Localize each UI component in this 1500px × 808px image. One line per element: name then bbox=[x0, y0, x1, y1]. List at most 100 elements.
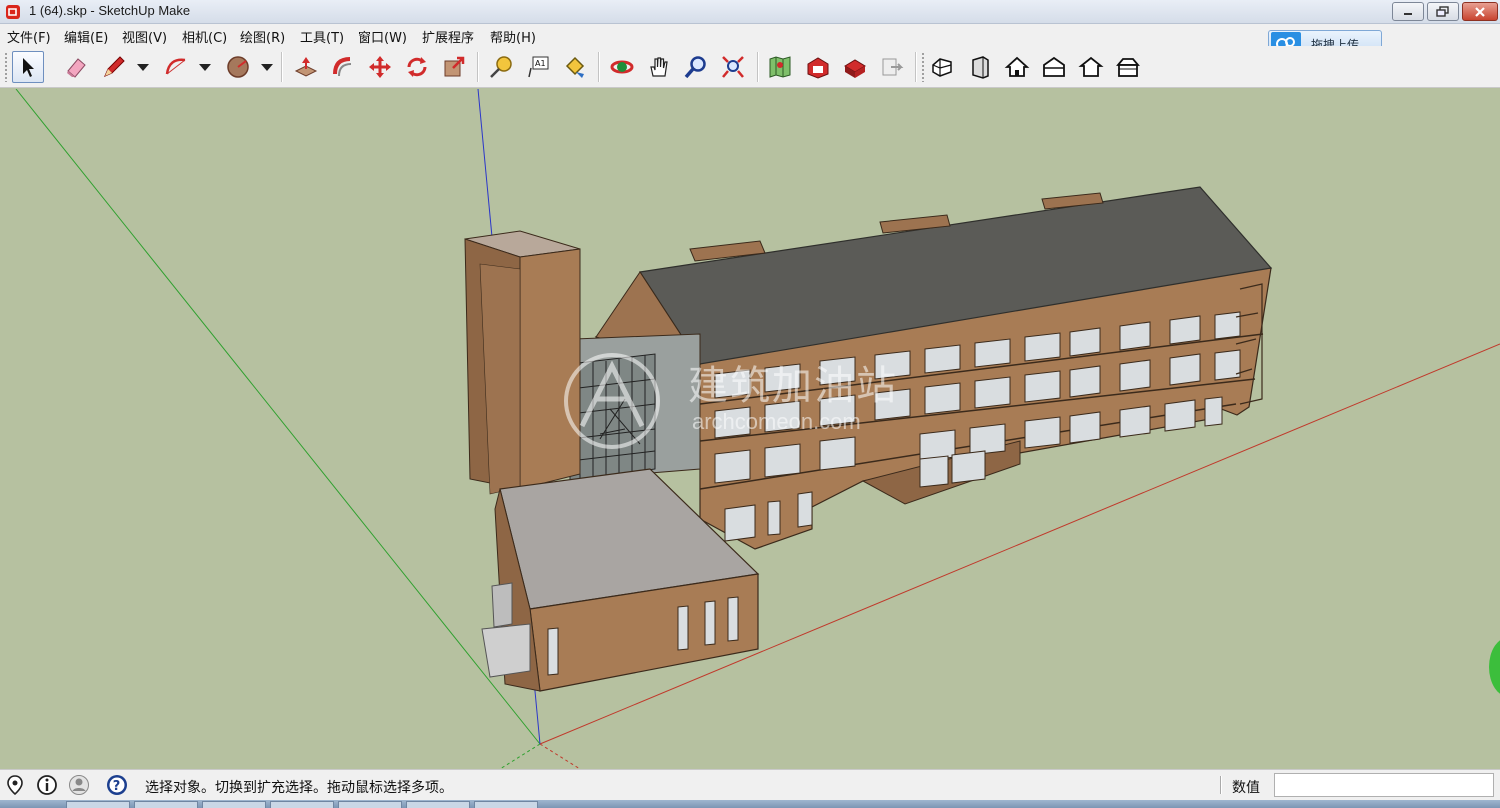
orbit-icon bbox=[610, 60, 634, 74]
toolbar-separator bbox=[757, 52, 759, 82]
toolbar-grip[interactable] bbox=[4, 52, 8, 82]
back-view-button[interactable] bbox=[1075, 51, 1107, 83]
rotate-icon bbox=[407, 57, 427, 77]
toolbar-separator bbox=[477, 52, 479, 82]
follow-me-icon bbox=[333, 57, 352, 77]
watermark: 建筑加油站 archcomeon.com bbox=[562, 351, 942, 451]
taskbar-item[interactable] bbox=[406, 801, 470, 808]
pencil-dropdown-arrow[interactable] bbox=[137, 64, 149, 71]
eraser-icon bbox=[67, 58, 86, 78]
iso-house-icon bbox=[932, 58, 952, 77]
arc-icon bbox=[165, 58, 186, 75]
minimize-icon bbox=[1404, 12, 1412, 15]
zoom-magnifier-icon bbox=[684, 56, 706, 79]
layout-send-tool[interactable] bbox=[876, 51, 908, 83]
main-toolbar: A1 bbox=[0, 46, 1500, 88]
taskbar-item[interactable] bbox=[270, 801, 334, 808]
toolbar-grip[interactable] bbox=[921, 52, 925, 82]
polygon-icon bbox=[227, 56, 249, 78]
arc-tool[interactable] bbox=[160, 51, 192, 83]
svg-text:?: ? bbox=[113, 779, 121, 794]
select-tool[interactable] bbox=[12, 51, 44, 83]
front-view-button[interactable] bbox=[964, 51, 996, 83]
credits-info-icon[interactable] bbox=[36, 774, 58, 796]
title-bar: 1 (64).skp - SketchUp Make bbox=[0, 0, 1500, 24]
toolbar-separator bbox=[281, 52, 283, 82]
menu-tools[interactable]: 工具(T) bbox=[300, 27, 344, 46]
pan-hand-icon bbox=[650, 57, 668, 77]
top-view-button[interactable] bbox=[1001, 51, 1033, 83]
geo-location-tool[interactable] bbox=[764, 51, 796, 83]
front-house-icon bbox=[972, 56, 989, 79]
3d-warehouse-tool[interactable] bbox=[802, 51, 834, 83]
menu-help[interactable]: 帮助(H) bbox=[490, 27, 536, 46]
menu-camera[interactable]: 相机(C) bbox=[182, 27, 227, 46]
move-tool[interactable] bbox=[364, 51, 396, 83]
extension-warehouse-icon bbox=[844, 59, 866, 78]
svg-text:A1: A1 bbox=[535, 59, 546, 68]
top-house-icon bbox=[1004, 56, 1030, 77]
user-account-icon[interactable] bbox=[68, 774, 90, 796]
shape-dropdown-arrow[interactable] bbox=[261, 64, 273, 71]
menu-window[interactable]: 窗口(W) bbox=[358, 27, 407, 46]
follow-me-tool[interactable] bbox=[327, 51, 359, 83]
left-view-button[interactable] bbox=[1112, 51, 1144, 83]
iso-view-button[interactable] bbox=[927, 51, 959, 83]
arrow-cursor-icon bbox=[23, 58, 34, 77]
zoom-tool[interactable] bbox=[680, 51, 712, 83]
menu-extensions[interactable]: 扩展程序 bbox=[422, 27, 474, 46]
watermark-subtitle: archcomeon.com bbox=[692, 409, 861, 434]
warehouse-icon bbox=[807, 57, 829, 79]
watermark-logo-icon bbox=[564, 353, 660, 449]
right-view-button[interactable] bbox=[1038, 51, 1070, 83]
green-axis bbox=[15, 89, 541, 745]
help-question-icon[interactable]: ? bbox=[106, 774, 128, 796]
taskbar-item[interactable] bbox=[66, 801, 130, 808]
back-house-icon bbox=[1078, 56, 1104, 77]
tape-measure-icon bbox=[490, 56, 512, 78]
menu-edit[interactable]: 编辑(E) bbox=[64, 27, 108, 46]
close-button[interactable] bbox=[1462, 2, 1498, 21]
model-viewport[interactable]: 建筑加油站 archcomeon.com bbox=[0, 89, 1500, 769]
measurements-input[interactable] bbox=[1274, 773, 1494, 797]
layout-icon bbox=[882, 58, 904, 76]
shape-tool[interactable] bbox=[222, 51, 254, 83]
rotate-tool[interactable] bbox=[401, 51, 433, 83]
window-title: 1 (64).skp - SketchUp Make bbox=[29, 3, 191, 18]
move-icon bbox=[369, 56, 391, 78]
sketchup-logo-icon bbox=[6, 5, 20, 19]
text-label-icon: A1 bbox=[528, 56, 549, 78]
scale-tool[interactable] bbox=[438, 51, 470, 83]
left-house-icon bbox=[1116, 58, 1140, 77]
taskbar-item[interactable] bbox=[134, 801, 198, 808]
zoom-extents-tool[interactable] bbox=[717, 51, 749, 83]
pencil-line-tool[interactable] bbox=[98, 51, 130, 83]
red-axis-negative bbox=[539, 743, 581, 769]
minimize-button[interactable] bbox=[1392, 2, 1424, 21]
orbit-tool[interactable] bbox=[606, 51, 638, 83]
pencil-icon bbox=[104, 56, 125, 77]
menu-draw[interactable]: 绘图(R) bbox=[240, 27, 285, 46]
paint-bucket-tool[interactable] bbox=[559, 51, 591, 83]
restore-icon bbox=[1436, 5, 1449, 17]
eraser-tool[interactable] bbox=[60, 51, 92, 83]
green-axis-negative bbox=[499, 743, 541, 769]
tape-measure-tool[interactable] bbox=[485, 51, 517, 83]
menu-file[interactable]: 文件(F) bbox=[7, 27, 51, 46]
text-tool[interactable]: A1 bbox=[522, 51, 554, 83]
geo-location-status-icon[interactable] bbox=[4, 774, 26, 796]
maximize-button[interactable] bbox=[1427, 2, 1459, 21]
measurements-label: 数值 bbox=[1232, 780, 1260, 796]
arc-dropdown-arrow[interactable] bbox=[199, 64, 211, 71]
pan-tool[interactable] bbox=[643, 51, 675, 83]
toolbar-separator bbox=[598, 52, 600, 82]
menu-view[interactable]: 视图(V) bbox=[122, 27, 167, 46]
taskbar-item[interactable] bbox=[338, 801, 402, 808]
status-divider bbox=[1220, 776, 1222, 794]
extension-warehouse-tool[interactable] bbox=[839, 51, 871, 83]
push-pull-tool[interactable] bbox=[290, 51, 322, 83]
os-taskbar bbox=[0, 800, 1500, 808]
taskbar-item[interactable] bbox=[474, 801, 538, 808]
map-location-icon bbox=[769, 56, 791, 78]
taskbar-item[interactable] bbox=[202, 801, 266, 808]
